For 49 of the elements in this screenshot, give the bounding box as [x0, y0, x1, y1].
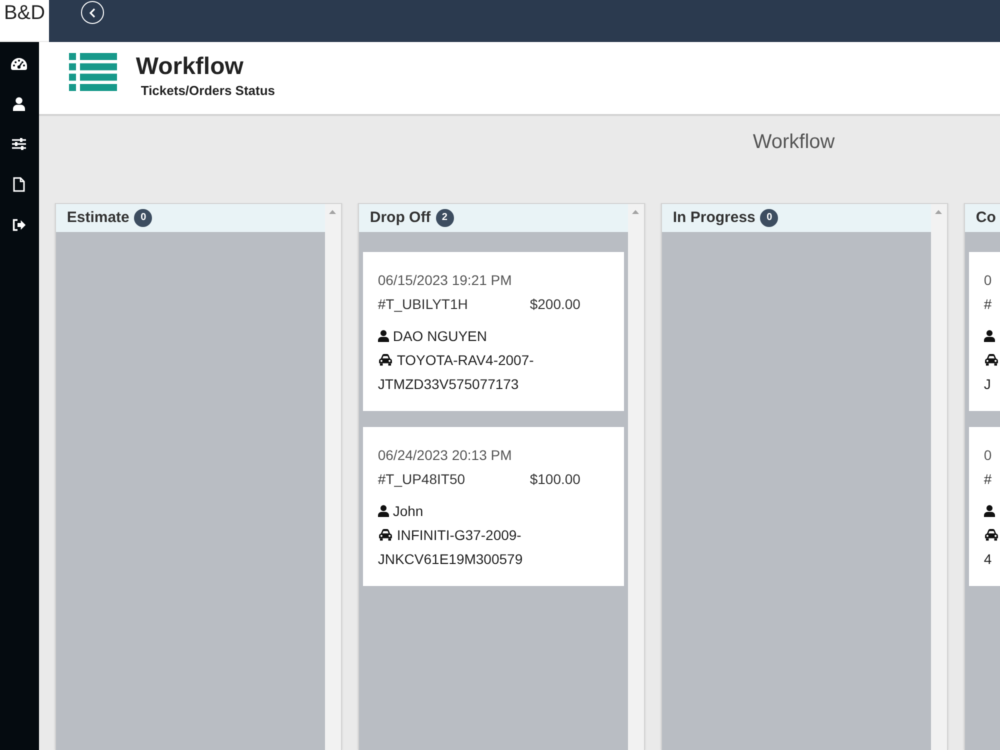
vehicle-name: TOYOTA-RAV4-2007- [396, 351, 534, 370]
vehicle-vin: J [984, 375, 991, 394]
ticket-amount: $100.00 [530, 470, 580, 489]
back-button[interactable] [81, 1, 104, 24]
brand-logo: B&D [4, 1, 46, 26]
ticket-number: # [984, 470, 992, 489]
ticket-card[interactable]: 0 # 4 [968, 427, 1000, 586]
ticket-card[interactable]: 06/24/2023 20:13 PM #T_UP48IT50 $100.00 John INFINITI-G37-2009- JNKCV61E19M300579 [362, 427, 624, 586]
dashboard-icon[interactable] [11, 58, 28, 70]
column-title: Estimate [66, 208, 130, 228]
ticket-number: #T_UBILYT1H [378, 295, 468, 314]
sliders-icon[interactable] [12, 138, 26, 150]
ticket-amount: $200.00 [530, 295, 580, 314]
column-title: Drop Off [370, 208, 431, 228]
ticket-date: 06/15/2023 19:21 PM [378, 271, 512, 290]
column-title: In Progress [672, 208, 756, 228]
car-icon [984, 354, 999, 366]
page-title: Workflow [136, 53, 244, 81]
count-badge: 2 [436, 209, 454, 227]
car-icon [378, 529, 393, 541]
user-icon [984, 505, 995, 517]
ticket-date: 0 [984, 446, 992, 465]
user-icon [378, 505, 389, 517]
car-icon [984, 529, 999, 541]
customer-name: DAO NGUYEN [392, 327, 487, 346]
customer-name: John [392, 502, 424, 521]
vehicle-vin: JNKCV61E19M300579 [378, 550, 523, 569]
ticket-number: # [984, 295, 992, 314]
ticket-number: #T_UP48IT50 [378, 470, 466, 489]
list-icon [68, 53, 117, 91]
count-badge: 0 [760, 209, 778, 227]
user-icon [984, 330, 995, 342]
vehicle-name: INFINITI-G37-2009- [396, 526, 522, 545]
column-title: Co [976, 208, 996, 228]
count-badge: 0 [134, 209, 152, 227]
user-icon [378, 330, 389, 342]
chevron-left-icon [89, 8, 96, 18]
file-icon[interactable] [13, 177, 26, 192]
board-title: Workflow [752, 130, 835, 154]
page-subtitle: Tickets/Orders Status [140, 83, 276, 99]
sign-out-icon[interactable] [12, 219, 26, 231]
vehicle-vin: JTMZD33V575077173 [378, 375, 519, 394]
ticket-card[interactable]: 06/15/2023 19:21 PM #T_UBILYT1H $200.00 DAO NGUYEN TOYOTA-RAV4-2007- JTMZD33V575077173 [362, 252, 624, 411]
ticket-date: 0 [984, 271, 992, 290]
ticket-date: 06/24/2023 20:13 PM [378, 446, 512, 465]
car-icon [378, 354, 393, 366]
user-icon[interactable] [13, 97, 26, 111]
ticket-card[interactable]: 0 # J [968, 252, 1000, 411]
vehicle-vin: 4 [984, 550, 992, 569]
